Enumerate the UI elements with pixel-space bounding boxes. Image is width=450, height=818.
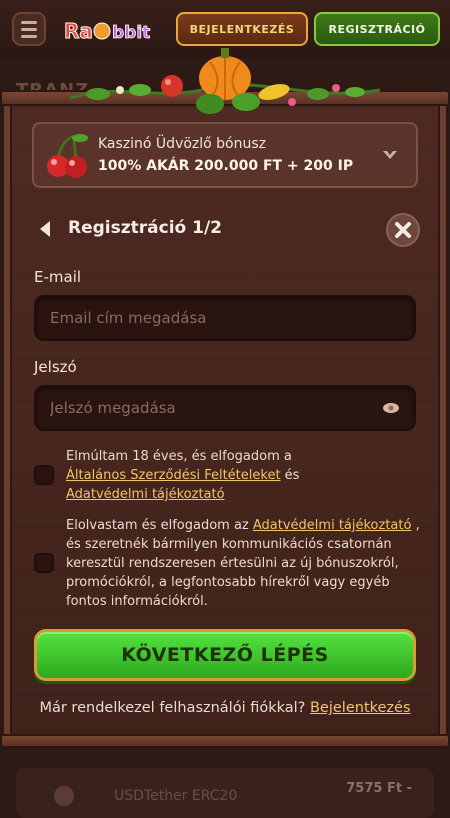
email-label: E-mail — [34, 268, 82, 286]
background-list-row: USDTether ERC20 7575 Ft - — [16, 768, 434, 818]
marketing-text: Elolvastam és elfogadom az Adatvédelmi t… — [66, 516, 422, 611]
svg-text:Ra: Ra — [64, 19, 93, 43]
privacy-link-2[interactable]: Adatvédelmi tájékoztató — [253, 518, 412, 533]
row-amount: 7575 Ft - — [346, 781, 412, 796]
login-link[interactable]: Bejelentkezés — [310, 700, 411, 716]
close-icon — [395, 222, 411, 238]
eye-icon[interactable] — [382, 402, 400, 414]
login-prompt-text: Már rendelkezel felhasználói fiókkal? — [39, 700, 310, 716]
privacy-link-1[interactable]: Adatvédelmi tájékoztató — [66, 487, 225, 502]
age-terms-text: Elmúltam 18 éves, és elfogadom a Általán… — [66, 447, 422, 504]
password-label: Jelszó — [34, 358, 77, 376]
marketing-checkbox[interactable] — [34, 553, 54, 573]
bonus-selector[interactable]: Kaszinó Üdvözlő bónusz 100% AKÁR 200.000… — [32, 122, 418, 188]
bonus-value: 100% AKÁR 200.000 FT + 200 IP — [98, 158, 354, 174]
terms-link[interactable]: Általános Szerződési Feltételeket — [66, 468, 281, 483]
password-field[interactable] — [36, 387, 414, 429]
cherry-icon — [47, 134, 88, 178]
registration-title: Regisztráció 1/2 — [68, 218, 222, 238]
password-field-wrapper — [34, 385, 416, 431]
next-step-button[interactable]: KÖVETKEZŐ LÉPÉS — [34, 629, 416, 681]
login-button[interactable]: BEJELENTKEZÉS — [176, 12, 308, 46]
age-terms-text-part1: Elmúltam 18 éves, és elfogadom a — [66, 449, 292, 464]
chevron-left-icon[interactable] — [38, 220, 52, 238]
harvest-decoration — [69, 48, 381, 114]
login-prompt: Már rendelkezel felhasználói fiókkal? Be… — [0, 700, 450, 716]
row-name: USDTether ERC20 — [114, 788, 238, 804]
email-field[interactable] — [36, 297, 414, 339]
bonus-title: Kaszinó Üdvözlő bónusz — [98, 136, 267, 152]
age-terms-checkbox[interactable] — [34, 465, 54, 485]
register-button[interactable]: REGISZTRÁCIÓ — [314, 12, 440, 46]
svg-text:bbit: bbit — [112, 23, 150, 43]
chevron-down-icon[interactable] — [382, 148, 398, 162]
email-field-wrapper — [34, 295, 416, 341]
marketing-text-part1: Elolvastam és elfogadom az — [66, 518, 253, 533]
age-terms-text-part2: és — [280, 468, 300, 483]
menu-icon[interactable] — [12, 12, 46, 46]
modal-frame-bottom — [0, 734, 450, 748]
coin-icon — [54, 786, 74, 806]
close-button[interactable] — [386, 213, 420, 247]
